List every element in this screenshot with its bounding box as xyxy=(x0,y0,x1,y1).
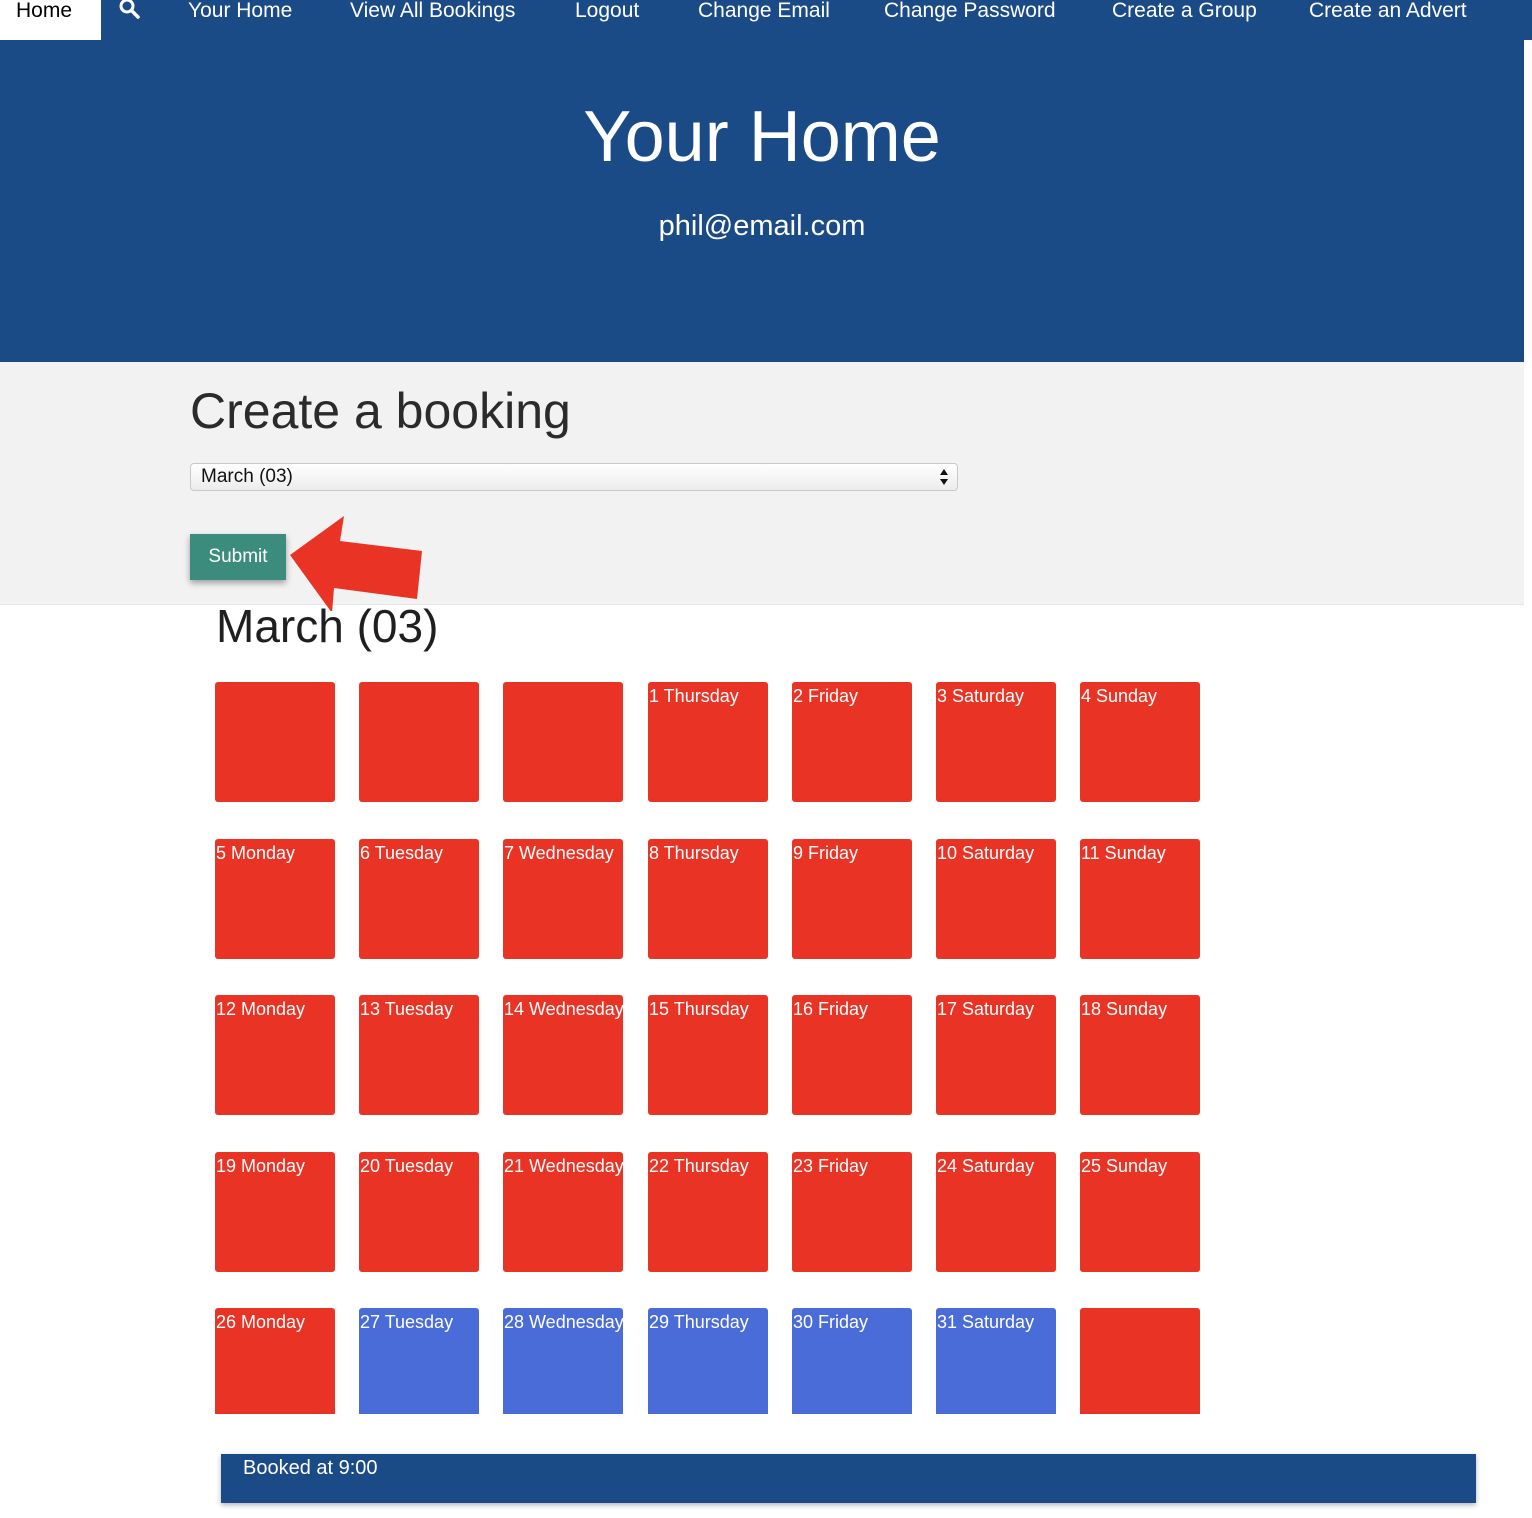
calendar-day[interactable]: 13 Tuesday xyxy=(359,995,479,1115)
calendar-day[interactable]: 20 Tuesday xyxy=(359,1152,479,1272)
calendar-day[interactable]: 26 Monday xyxy=(215,1308,335,1414)
calendar-day[interactable] xyxy=(503,682,623,802)
calendar-day[interactable]: 10 Saturday xyxy=(936,839,1056,959)
calendar-day[interactable]: 19 Monday xyxy=(215,1152,335,1272)
month-select[interactable]: March (03) xyxy=(190,463,958,491)
red-arrow-icon xyxy=(290,516,422,611)
nav-home[interactable]: Home xyxy=(0,0,101,40)
calendar-day[interactable]: 28 Wednesday xyxy=(503,1308,623,1414)
calendar-day[interactable] xyxy=(1080,1308,1200,1414)
month-select-value: March (03) xyxy=(201,466,293,487)
calendar-day[interactable]: 18 Sunday xyxy=(1080,995,1200,1115)
calendar-day[interactable]: 3 Saturday xyxy=(936,682,1056,802)
nav-change-password[interactable]: Change Password xyxy=(884,0,1056,21)
calendar-day[interactable]: 7 Wednesday xyxy=(503,839,623,959)
calendar-day[interactable] xyxy=(215,682,335,802)
calendar-day[interactable]: 2 Friday xyxy=(792,682,912,802)
calendar-day[interactable]: 5 Monday xyxy=(215,839,335,959)
calendar-day[interactable]: 6 Tuesday xyxy=(359,839,479,959)
search-icon[interactable] xyxy=(118,0,142,20)
calendar-day[interactable]: 4 Sunday xyxy=(1080,682,1200,802)
submit-button[interactable]: Submit xyxy=(190,534,286,580)
calendar-day[interactable]: 23 Friday xyxy=(792,1152,912,1272)
calendar-day[interactable]: 16 Friday xyxy=(792,995,912,1115)
booking-status-bar: Booked at 9:00 xyxy=(221,1454,1476,1503)
booking-heading: Create a booking xyxy=(190,383,571,439)
calendar-day[interactable]: 22 Thursday xyxy=(648,1152,768,1272)
nav-create-group[interactable]: Create a Group xyxy=(1112,0,1257,21)
nav-change-email[interactable]: Change Email xyxy=(698,0,830,21)
calendar-day[interactable]: 25 Sunday xyxy=(1080,1152,1200,1272)
calendar-day[interactable]: 29 Thursday xyxy=(648,1308,768,1414)
calendar-day[interactable]: 14 Wednesday xyxy=(503,995,623,1115)
user-email: phil@email.com xyxy=(658,210,866,242)
calendar-day[interactable]: 27 Tuesday xyxy=(359,1308,479,1414)
calendar-day[interactable]: 11 Sunday xyxy=(1080,839,1200,959)
booking-form: Create a booking March (03) Submit xyxy=(0,362,1524,605)
page-title: Your Home xyxy=(583,97,941,177)
top-nav: Home Your Home View All Bookings Logout … xyxy=(0,0,1532,40)
nav-create-advert[interactable]: Create an Advert xyxy=(1309,0,1467,21)
calendar-day[interactable]: 1 Thursday xyxy=(648,682,768,802)
calendar-day[interactable] xyxy=(359,682,479,802)
nav-your-home[interactable]: Your Home xyxy=(188,0,292,21)
calendar-day[interactable]: 24 Saturday xyxy=(936,1152,1056,1272)
nav-logout[interactable]: Logout xyxy=(575,0,639,21)
hero-banner: Your Home phil@email.com xyxy=(0,40,1524,362)
calendar-grid: 1 Thursday 2 Friday 3 Saturday 4 Sunday 5 Mo… xyxy=(215,682,1205,1414)
calendar-day[interactable]: 21 Wednesday xyxy=(503,1152,623,1272)
calendar-month-title: March (03) xyxy=(216,600,439,652)
calendar-day[interactable]: 8 Thursday xyxy=(648,839,768,959)
calendar-day[interactable]: 12 Monday xyxy=(215,995,335,1115)
nav-view-all-bookings[interactable]: View All Bookings xyxy=(350,0,515,21)
calendar-day[interactable]: 30 Friday xyxy=(792,1308,912,1414)
calendar-day[interactable]: 15 Thursday xyxy=(648,995,768,1115)
calendar-day[interactable]: 9 Friday xyxy=(792,839,912,959)
select-arrows-icon xyxy=(940,469,948,485)
calendar-day[interactable]: 31 Saturday xyxy=(936,1308,1056,1414)
calendar-day[interactable]: 17 Saturday xyxy=(936,995,1056,1115)
